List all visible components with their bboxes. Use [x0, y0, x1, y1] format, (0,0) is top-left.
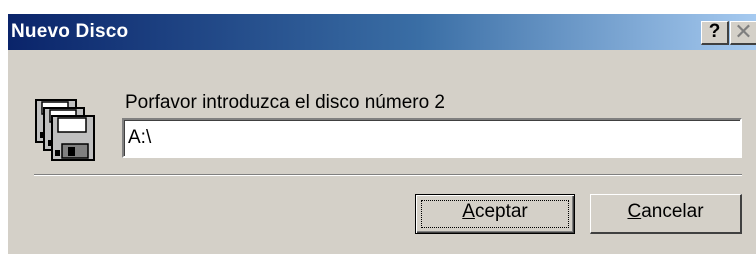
close-button[interactable]: ✕ [730, 21, 756, 45]
title-bar[interactable]: Nuevo Disco ? ✕ [8, 14, 756, 50]
cancel-button[interactable]: Cancelar [590, 194, 742, 234]
ok-button[interactable]: Aceptar [415, 194, 575, 234]
window-title: Nuevo Disco [11, 21, 129, 42]
cancel-mnemonic: C [627, 201, 642, 222]
cancel-button-label: Cancelar [627, 201, 703, 222]
dialog-window: Nuevo Disco ? ✕ Porfavor introduzca el d… [8, 14, 756, 254]
floppy-disks-icon [35, 99, 95, 161]
help-button[interactable]: ? [701, 21, 729, 45]
cancel-label-rest: ancelar [641, 201, 704, 222]
ok-button-label: Aceptar [462, 201, 528, 222]
ok-mnemonic: A [462, 201, 475, 222]
disk-path-input[interactable] [122, 118, 742, 158]
ok-label-rest: ceptar [474, 201, 528, 222]
separator [34, 174, 742, 176]
disk-prompt-label: Porfavor introduzca el disco número 2 [125, 92, 445, 113]
